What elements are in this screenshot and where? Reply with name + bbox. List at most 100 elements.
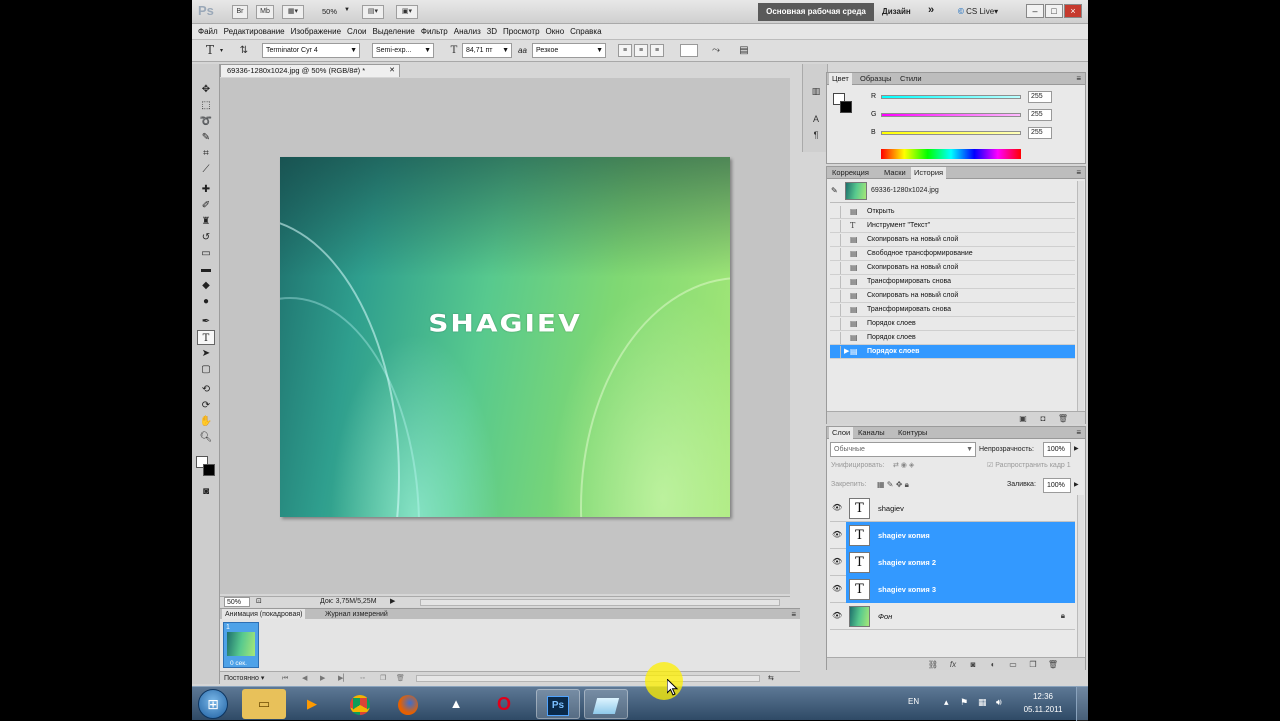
history-item[interactable]: ▤ Порядок слоев [830, 331, 1075, 345]
panel-menu-icon[interactable]: ≡ [1076, 73, 1081, 85]
shape-tool-icon[interactable]: ▢ [197, 362, 215, 377]
show-desktop-button[interactable] [1076, 687, 1088, 721]
green-value-field[interactable]: 255 [1028, 109, 1052, 121]
background-color-swatch[interactable] [203, 464, 215, 476]
media-player-taskbar-icon[interactable]: ▶ [290, 689, 334, 719]
document-tab[interactable]: 69336-1280x1024.jpg @ 50% (RGB/8#) * ✕ [220, 64, 400, 77]
zoom-dropdown-icon[interactable]: ▼ [344, 7, 350, 13]
menu-help[interactable]: Справка [570, 24, 607, 39]
eraser-tool-icon[interactable]: ▭ [197, 246, 215, 261]
opacity-field[interactable]: 100% [1043, 442, 1071, 457]
lasso-tool-icon[interactable]: ➰ [197, 114, 215, 129]
propagate-frame-checkbox[interactable]: ☑ Распространить кадр 1 [987, 460, 1071, 472]
path-select-tool-icon[interactable]: ➤ [197, 346, 215, 361]
start-button[interactable]: ⊞ [198, 689, 228, 719]
app-taskbar-icon[interactable] [584, 689, 628, 719]
menu-filter[interactable]: Фильтр [421, 24, 454, 39]
text-tool-preset-icon[interactable]: T [202, 43, 218, 58]
tab-adjustments[interactable]: Коррекция [829, 167, 872, 179]
menu-layers[interactable]: Слои [347, 24, 372, 39]
quick-select-tool-icon[interactable]: ✎ [197, 130, 215, 145]
text-orientation-icon[interactable]: ⇅ [236, 43, 252, 58]
layer-row-selected[interactable]: 👁︎ T shagiev копия 3 [830, 576, 1075, 603]
volume-icon[interactable]: 🔊︎ [996, 697, 1002, 708]
history-scrollbar[interactable] [1077, 181, 1084, 411]
green-slider-track[interactable] [881, 113, 1021, 117]
panel-menu-icon[interactable]: ≡ [1076, 427, 1081, 439]
minibridge-button[interactable]: Mb [256, 5, 274, 19]
workspace-overflow-icon[interactable]: » [928, 4, 934, 16]
layer-style-icon[interactable]: fx [947, 659, 959, 670]
loop-select[interactable]: Постоянно ▾ [224, 673, 264, 684]
link-layers-icon[interactable]: ⛓ [927, 659, 939, 670]
history-item[interactable]: ▤ Открыть [830, 205, 1075, 219]
cslive-button[interactable]: © CS Live▾ [958, 3, 998, 21]
bridge-button[interactable]: Br [232, 5, 248, 19]
menu-3d[interactable]: 3D [487, 24, 503, 39]
action-center-flag-icon[interactable]: ⚑ [960, 697, 968, 708]
animation-scrollbar[interactable] [416, 675, 760, 682]
status-info-icon[interactable]: ⊡ [256, 597, 262, 607]
canvas-area[interactable]: SHAGIEV [220, 78, 790, 594]
menu-select[interactable]: Выделение [372, 24, 420, 39]
menu-view[interactable]: Просмотр [503, 24, 546, 39]
move-tool-icon[interactable]: ✥ [197, 82, 215, 97]
menu-image[interactable]: Изображение [291, 24, 347, 39]
quick-mask-icon[interactable]: ◙ [197, 484, 215, 499]
clone-stamp-tool-icon[interactable]: ♜ [197, 214, 215, 229]
history-item[interactable]: ▤ Скопировать на новый слой [830, 261, 1075, 275]
tab-layers[interactable]: Слои [829, 427, 854, 439]
delete-state-icon[interactable]: 🗑︎ [1057, 413, 1069, 424]
red-slider[interactable]: R 255 [871, 91, 1081, 103]
history-item[interactable]: T Инструмент "Текст" [830, 219, 1075, 233]
character-icon[interactable]: A [808, 112, 824, 126]
status-zoom-field[interactable]: 50% [224, 597, 250, 607]
language-indicator[interactable]: EN [908, 697, 919, 706]
adjustment-layer-icon[interactable]: ◐ [987, 659, 999, 670]
color-bg-swatch[interactable] [840, 101, 852, 113]
blue-value-field[interactable]: 255 [1028, 127, 1052, 139]
opera-taskbar-icon[interactable]: O [482, 689, 526, 719]
hand-tool-icon[interactable]: ✋ [197, 414, 215, 429]
duplicate-frame-icon[interactable]: ❐ [380, 673, 386, 684]
align-right-button[interactable]: ≡ [650, 44, 664, 57]
pen-tool-icon[interactable]: ✒ [197, 314, 215, 329]
red-value-field[interactable]: 255 [1028, 91, 1052, 103]
workspace-design-button[interactable]: Дизайн [882, 3, 911, 21]
marquee-tool-icon[interactable]: ⬚ [197, 98, 215, 113]
blend-mode-select[interactable]: Обычные ▼ [830, 442, 976, 457]
tray-expand-icon[interactable]: ▴ [944, 697, 949, 708]
history-snapshot[interactable]: ✎ 69336-1280x1024.jpg [830, 181, 1075, 203]
convert-timeline-icon[interactable]: ⇆ [768, 673, 774, 684]
close-button[interactable]: × [1064, 4, 1082, 18]
document-image[interactable]: SHAGIEV [280, 157, 730, 517]
layer-row-selected[interactable]: 👁︎ T shagiev копия [830, 522, 1075, 549]
history-brush-source-icon[interactable]: ✎ [831, 186, 838, 195]
layer-row-background[interactable]: 👁︎ Фон 🔒︎ [830, 603, 1075, 630]
history-item[interactable]: ▤ Скопировать на новый слой [830, 233, 1075, 247]
gradient-tool-icon[interactable]: ▬ [197, 262, 215, 277]
tab-history[interactable]: История [911, 167, 947, 179]
maximize-button[interactable]: □ [1045, 4, 1063, 18]
tab-channels[interactable]: Каналы [855, 427, 888, 439]
clock[interactable]: 12:36 05.11.2011 [1018, 690, 1068, 716]
canvas-text-layer[interactable]: SHAGIEV [280, 309, 730, 337]
extras-button[interactable]: ▦▾ [282, 5, 304, 19]
new-layer-icon[interactable]: ❐ [1027, 659, 1039, 670]
zoom-level[interactable]: 50% [322, 7, 337, 16]
unity-taskbar-icon[interactable]: ▲ [434, 689, 478, 719]
tween-icon[interactable]: ◦◦ [360, 673, 365, 684]
workspace-essentials-button[interactable]: Основная рабочая среда [758, 3, 874, 21]
new-document-from-state-icon[interactable]: ▣ [1017, 413, 1029, 424]
character-panel-icon[interactable]: ▤ [736, 43, 752, 58]
tab-styles[interactable]: Стили [897, 73, 925, 85]
tab-color[interactable]: Цвет [829, 73, 852, 85]
red-slider-track[interactable] [881, 95, 1021, 99]
next-frame-icon[interactable]: ▶▏ [338, 673, 349, 684]
tab-paths[interactable]: Контуры [895, 427, 930, 439]
close-document-icon[interactable]: ✕ [389, 65, 395, 77]
histogram-icon[interactable]: ▥ [808, 84, 824, 98]
minimize-button[interactable]: – [1026, 4, 1044, 18]
animation-frame[interactable]: 1 0 сек. [223, 622, 259, 668]
new-group-icon[interactable]: ▭ [1007, 659, 1019, 670]
